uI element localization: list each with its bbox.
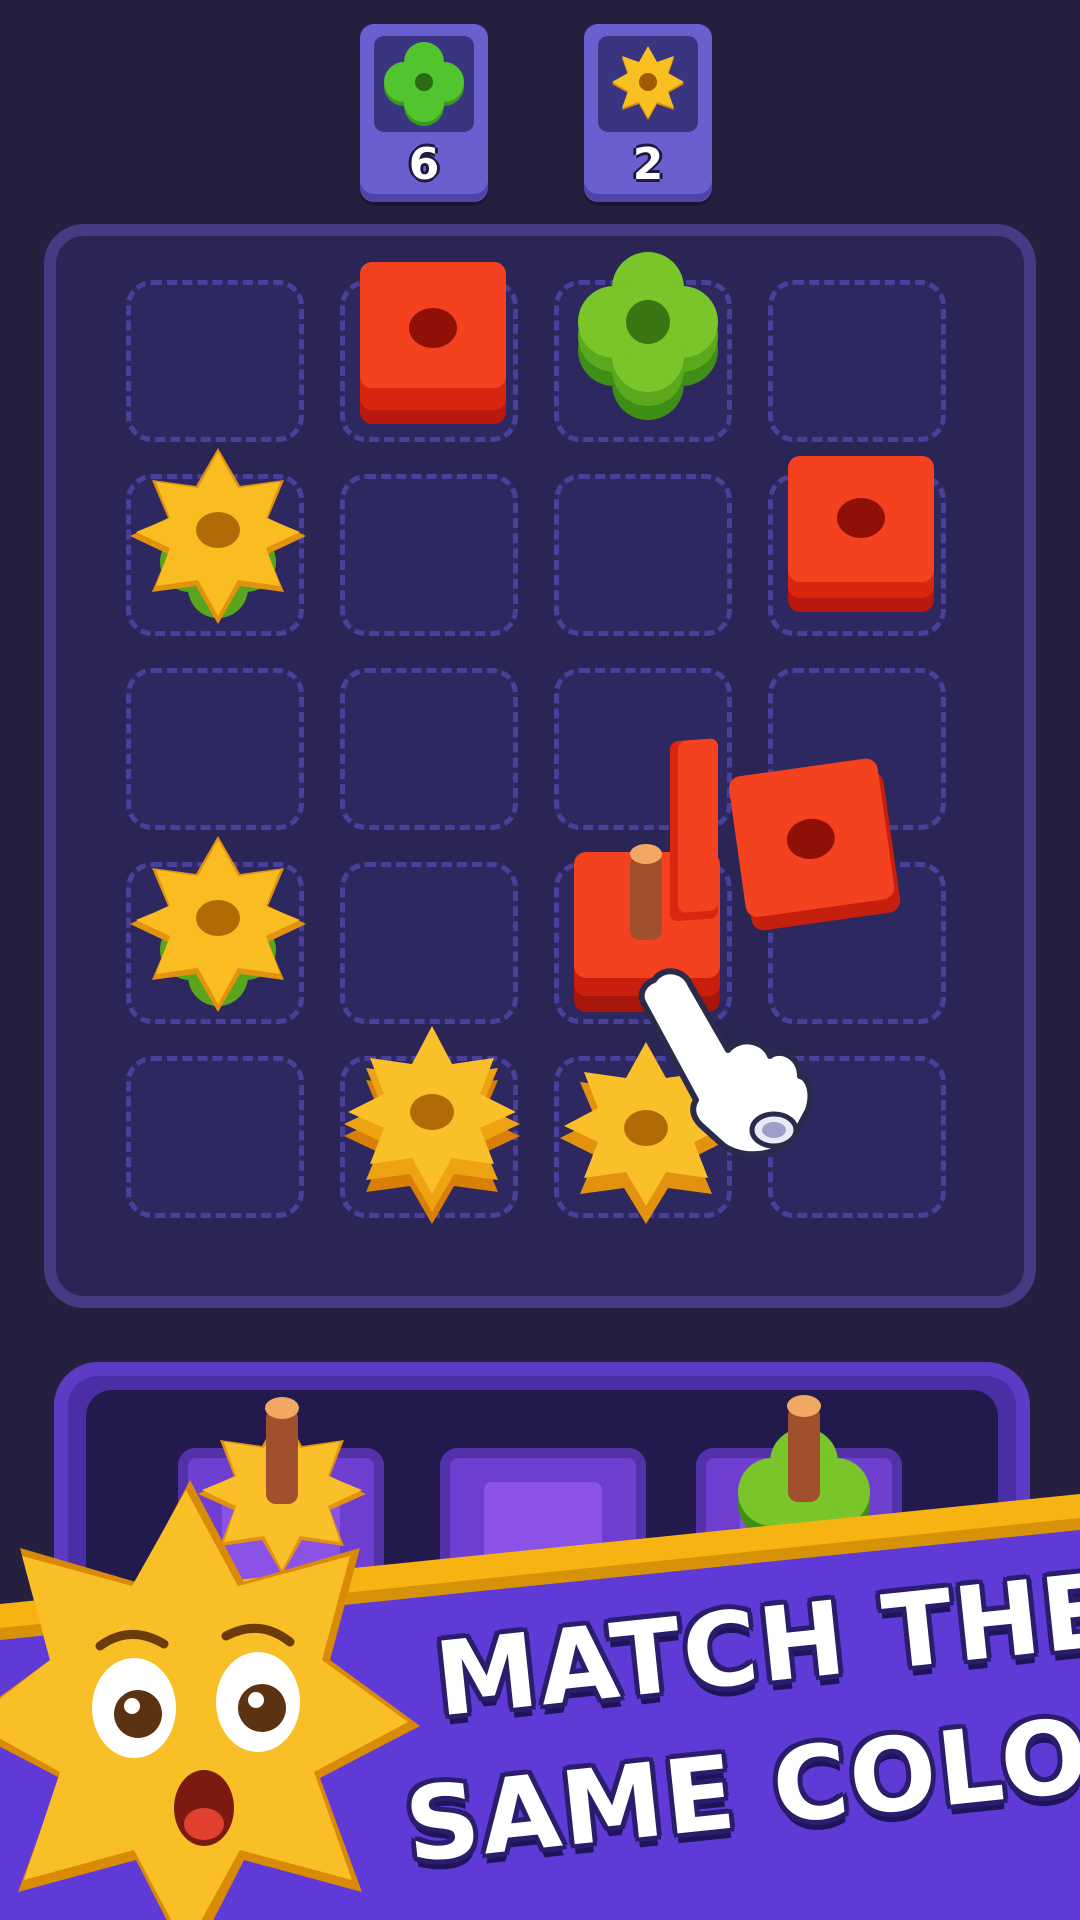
board-cell[interactable] [126,280,304,442]
red-square-stack[interactable] [354,258,514,428]
pointing-hand-icon [638,968,814,1158]
wooden-peg [787,1395,821,1502]
yellow-star-on-green-flower[interactable] [130,832,310,1022]
board-cell[interactable] [554,474,732,636]
board-cell[interactable] [768,280,946,442]
board-cell[interactable] [340,668,518,830]
flying-red-square-side [670,738,718,922]
goal-count: 2 [632,139,664,190]
green-flower-stack[interactable] [568,252,728,436]
goal-card-gear: 2 [584,24,712,202]
red-square-stack[interactable] [782,452,942,622]
goal-card-flower: 6 [360,24,488,202]
board-cell[interactable] [340,474,518,636]
star-mascot-icon [0,1480,420,1920]
board-cell[interactable] [340,862,518,1024]
flower-icon [384,42,464,126]
yellow-star-stack[interactable] [342,1024,522,1224]
gear-icon [612,46,684,120]
board-cell[interactable] [126,668,304,830]
flying-red-square [729,758,901,931]
board-cell[interactable] [126,1056,304,1218]
yellow-star-on-green-flower[interactable] [130,444,310,634]
goal-count: 6 [408,139,440,190]
wooden-peg [630,844,662,940]
